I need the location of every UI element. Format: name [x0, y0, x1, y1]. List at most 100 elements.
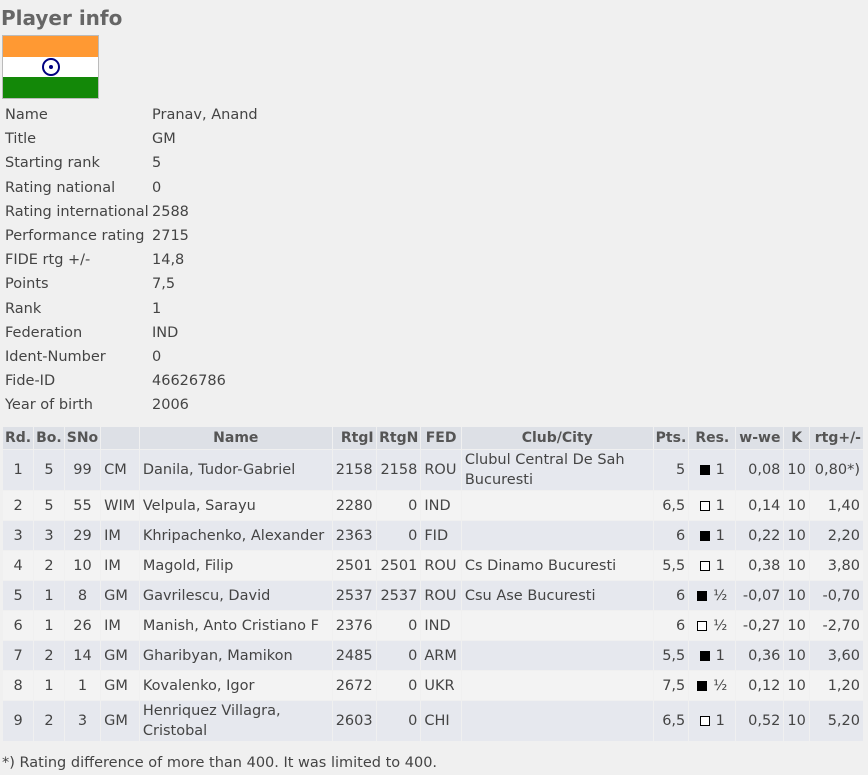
info-row: Title GM	[5, 127, 258, 151]
info-value: 1	[152, 300, 162, 317]
opponent-name-link[interactable]: Gavrilescu, David	[139, 581, 332, 610]
game-row: 5 1 8 GM Gavrilescu, David 2537 2537 ROU Csu Ase…	[3, 581, 863, 610]
result-cell: ½	[689, 671, 736, 700]
k-cell: 10	[784, 581, 809, 610]
info-row: Points 7,5	[5, 272, 258, 296]
info-label: Starting rank	[5, 155, 100, 172]
result-value: 1	[715, 647, 725, 664]
col-name-header: Name	[139, 427, 332, 449]
info-value: IND	[152, 324, 179, 341]
info-row: Ident-Number 0	[5, 345, 258, 369]
result-value: 1	[715, 497, 725, 514]
club-cell: Clubul Central De Sah Bucuresti	[461, 450, 653, 490]
w-we-cell: 0,22	[736, 521, 784, 550]
col-title-header	[101, 427, 139, 449]
club-cell: Csu Ase Bucuresti	[461, 581, 653, 610]
black-piece-icon	[697, 680, 708, 691]
info-label: FIDE rtg +/-	[5, 252, 91, 269]
board-cell: 1	[34, 581, 64, 610]
start-no-cell: 8	[64, 581, 101, 610]
rating-nat-cell: 2501	[376, 551, 421, 580]
col-round-header: Rd.	[3, 427, 34, 449]
info-label: Ident-Number	[5, 348, 106, 365]
opponent-name-link[interactable]: Gharibyan, Mamikon	[139, 641, 332, 670]
white-piece-icon	[697, 620, 708, 631]
rating-nat-cell: 2537	[376, 581, 421, 610]
white-piece-icon	[699, 716, 710, 726]
info-value: 7,5	[152, 276, 176, 293]
opponent-name-link[interactable]: Danila, Tudor-Gabriel	[139, 450, 332, 490]
info-value: 0	[152, 348, 162, 365]
rating-intl-cell: 2485	[332, 641, 376, 670]
col-points-header: Pts.	[653, 427, 689, 449]
w-we-cell: -0,27	[736, 611, 784, 640]
opponent-name-link[interactable]: Magold, Filip	[139, 551, 332, 580]
start-no-cell: 10	[64, 551, 101, 580]
white-piece-icon	[699, 500, 710, 511]
game-row: 6 1 26 IM Manish, Anto Cristiano F 2376 0 IND 6 ½…	[3, 611, 863, 640]
rating-nat-cell: 0	[376, 611, 421, 640]
title-cell: IM	[101, 551, 139, 580]
rating-nat-cell: 0	[376, 491, 421, 520]
points-cell: 6,5	[653, 701, 689, 741]
rating-change-cell: 3,60	[809, 641, 863, 670]
result-cell: 1	[689, 491, 736, 520]
info-row: Name Pranav, Anand	[5, 103, 258, 127]
rating-intl-cell: 2501	[332, 551, 376, 580]
round-cell: 1	[3, 450, 34, 490]
round-cell: 7	[3, 641, 34, 670]
black-piece-icon	[699, 530, 710, 541]
federation-cell: ARM	[421, 641, 461, 670]
federation-cell: ROU	[421, 450, 461, 490]
club-cell	[461, 671, 653, 700]
flag-band-saffron	[3, 36, 98, 57]
w-we-cell: 0,12	[736, 671, 784, 700]
info-label: Rating national	[5, 179, 116, 196]
club-cell	[461, 701, 653, 741]
result-cell: 1	[689, 521, 736, 550]
info-label: Federation	[5, 324, 83, 341]
opponent-name-link[interactable]: Manish, Anto Cristiano F	[139, 611, 332, 640]
points-cell: 5	[653, 450, 689, 490]
round-cell: 2	[3, 491, 34, 520]
w-we-cell: 0,38	[736, 551, 784, 580]
game-row: 8 1 1 GM Kovalenko, Igor 2672 0 UKR 7,5 ½ 0,12 10 1,…	[3, 671, 863, 700]
col-federation-header: FED	[421, 427, 461, 449]
points-cell: 5,5	[653, 641, 689, 670]
india-flag	[2, 35, 99, 99]
opponent-name-link[interactable]: Henriquez Villagra, Cristobal	[139, 701, 332, 741]
club-cell	[461, 641, 653, 670]
points-cell: 6,5	[653, 491, 689, 520]
result-cell: 1	[689, 701, 736, 741]
info-value: 0	[152, 179, 162, 196]
w-we-cell: 0,52	[736, 701, 784, 741]
result-cell: 1	[689, 450, 736, 490]
federation-cell: CHI	[421, 701, 461, 741]
rating-nat-cell: 2158	[376, 450, 421, 490]
k-cell: 10	[784, 671, 809, 700]
title-cell: GM	[101, 581, 139, 610]
start-no-cell: 26	[64, 611, 101, 640]
title-cell: GM	[101, 671, 139, 700]
rating-intl-cell: 2376	[332, 611, 376, 640]
result-value: 1	[715, 462, 725, 478]
info-label: Year of birth	[5, 397, 93, 414]
opponent-name-link[interactable]: Khripachenko, Alexander	[139, 521, 332, 550]
k-cell: 10	[784, 450, 809, 490]
rating-intl-cell: 2537	[332, 581, 376, 610]
board-cell: 2	[34, 641, 64, 670]
col-rating-nat-header: RtgN	[376, 427, 421, 449]
club-cell: Cs Dinamo Bucuresti	[461, 551, 653, 580]
info-label: Rank	[5, 300, 42, 317]
info-label: Performance rating	[5, 228, 145, 245]
federation-cell: ROU	[421, 581, 461, 610]
opponent-name-link[interactable]: Velpula, Sarayu	[139, 491, 332, 520]
board-cell: 2	[34, 551, 64, 580]
result-value: 1	[715, 527, 725, 544]
title-cell: GM	[101, 701, 139, 741]
rating-intl-cell: 2280	[332, 491, 376, 520]
flag-band-green	[3, 77, 98, 98]
ashoka-chakra-icon	[41, 58, 60, 76]
game-row: 4 2 10 IM Magold, Filip 2501 2501 ROU Cs Dinamo …	[3, 551, 863, 580]
opponent-name-link[interactable]: Kovalenko, Igor	[139, 671, 332, 700]
